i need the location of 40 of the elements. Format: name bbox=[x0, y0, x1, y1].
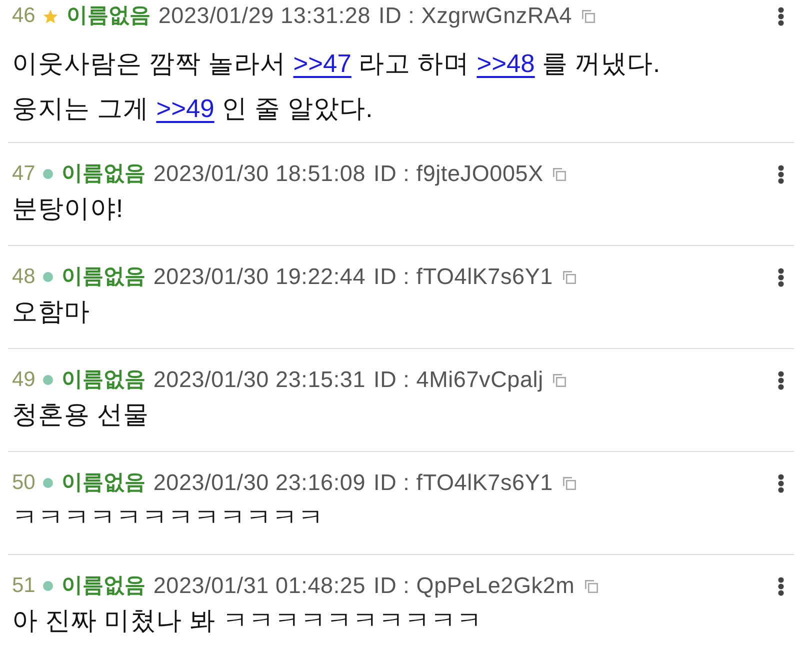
author-name: 이름없음 bbox=[61, 367, 146, 393]
post-datetime: 2023/01/30 23:16:09 bbox=[153, 470, 366, 496]
post-number: 46 bbox=[12, 3, 36, 29]
post-number: 50 bbox=[12, 470, 36, 496]
post-id: ID : QpPeLe2Gk2m bbox=[374, 573, 575, 599]
author-name: 이름없음 bbox=[61, 470, 146, 496]
reply-link[interactable]: >>47 bbox=[293, 50, 352, 78]
post-text: 청혼용 선물 bbox=[12, 400, 150, 431]
post-text: ㅋㅋㅋㅋㅋㅋㅋㅋㅋㅋㅋㅋ bbox=[12, 503, 325, 534]
reply-link[interactable]: >>49 bbox=[156, 95, 214, 123]
post-datetime: 2023/01/30 23:15:31 bbox=[153, 367, 366, 393]
post-id: ID : f9jteJO005X bbox=[374, 161, 544, 187]
post-datetime: 2023/01/30 18:51:08 bbox=[153, 161, 366, 187]
post-id: ID : fTO4lK7s6Y1 bbox=[374, 470, 553, 496]
post-text: 아 진짜 미쳤나 봐 ㅋㅋㅋㅋㅋㅋㅋㅋㅋㅋ bbox=[12, 606, 484, 637]
kebab-menu-icon[interactable] bbox=[778, 268, 784, 286]
post-text: 분탕이야! bbox=[12, 194, 124, 225]
post-datetime: 2023/01/30 19:22:44 bbox=[153, 264, 366, 290]
kebab-menu-icon[interactable] bbox=[778, 370, 784, 390]
post-id: ID : XzgrwGnzRA4 bbox=[378, 3, 572, 29]
post-number: 51 bbox=[12, 573, 36, 599]
kebab-menu-icon[interactable] bbox=[778, 6, 784, 26]
kebab-menu-icon[interactable] bbox=[778, 164, 784, 184]
post-number: 48 bbox=[12, 264, 36, 290]
post-text: 웅지는 그게 >>49 인 줄 알았다. bbox=[12, 94, 374, 125]
post-datetime: 2023/01/29 13:31:28 bbox=[158, 3, 371, 29]
author-name: 이름없음 bbox=[66, 3, 150, 29]
author-name: 이름없음 bbox=[61, 573, 146, 599]
author-name: 이름없음 bbox=[61, 161, 146, 187]
author-name: 이름없음 bbox=[61, 264, 146, 290]
post-datetime: 2023/01/31 01:48:25 bbox=[153, 573, 366, 599]
post-id: ID : fTO4lK7s6Y1 bbox=[374, 264, 553, 290]
post-text: 오함마 bbox=[12, 297, 91, 328]
post-number: 47 bbox=[12, 161, 36, 187]
post-text: 이웃사람은 깜짝 놀라서 >>47 라고 하며 >>48 를 꺼냈다. bbox=[12, 49, 662, 80]
post-id: ID : 4Mi67vCpalj bbox=[374, 367, 544, 393]
reply-link[interactable]: >>48 bbox=[476, 50, 535, 78]
kebab-menu-icon[interactable] bbox=[778, 474, 784, 492]
post-number: 49 bbox=[12, 367, 36, 393]
kebab-menu-icon[interactable] bbox=[778, 576, 784, 596]
